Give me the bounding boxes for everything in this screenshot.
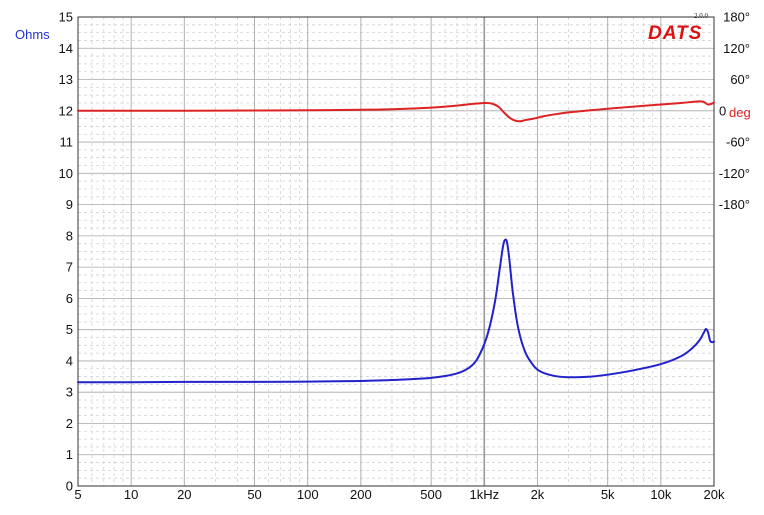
x-tick-label: 2k (531, 487, 545, 502)
y-tick-label: 10 (59, 166, 73, 181)
y-tick-label: 14 (59, 41, 73, 56)
x-tick-label: 1kHz (469, 487, 499, 502)
impedance-chart: 5 10 20 50 100 200 500 1kHz 2k 5k 10k 20k 012345678… (15, 10, 751, 503)
y-axis-label-deg: deg (729, 105, 751, 120)
phase-tick-label: 180° (723, 10, 750, 25)
x-tick-label: 50 (247, 487, 261, 502)
y-tick-label: 1 (66, 447, 73, 462)
y-tick-label: 12 (59, 103, 73, 118)
x-tick-label: 10k (650, 487, 671, 502)
x-tick-labels: 5 10 20 50 100 200 500 1kHz 2k 5k 10k 20k (74, 487, 725, 502)
y-tick-label: 8 (66, 228, 73, 243)
phase-tick-label: 0 (719, 103, 726, 118)
y-tick-label: 9 (66, 197, 73, 212)
phase-tick-label: -120° (719, 166, 750, 181)
series (77, 100, 715, 384)
y-axis-label-ohms: Ohms (15, 27, 50, 42)
phase-tick-label: 120° (723, 41, 750, 56)
y-tick-label: 13 (59, 72, 73, 87)
y-tick-label: 5 (66, 322, 73, 337)
x-tick-label: 5k (601, 487, 615, 502)
y-tick-label: 4 (66, 353, 73, 368)
y-tick-label: 6 (66, 291, 73, 306)
y-tick-label: 15 (59, 10, 73, 25)
x-tick-label: 500 (420, 487, 442, 502)
x-tick-label: 10 (124, 487, 138, 502)
y-tick-label: 7 (66, 260, 73, 275)
x-tick-label: 20k (704, 487, 725, 502)
phase-tick-label: -180° (719, 197, 750, 212)
x-tick-label: 200 (350, 487, 372, 502)
phase-tick-label: 60° (730, 72, 750, 87)
y-tick-labels: 0123456789101112131415 (59, 10, 73, 494)
x-tick-label: 5 (74, 487, 81, 502)
y-tick-label: 0 (66, 479, 73, 494)
y-tick-label: 2 (66, 416, 73, 431)
phase-tick-label: -60° (726, 135, 750, 150)
x-tick-label: 20 (177, 487, 191, 502)
brand-version: 2.0.0 (694, 12, 709, 20)
y-tick-label: 11 (60, 135, 74, 150)
x-tick-label: 100 (297, 487, 319, 502)
brand-logo: DATS (648, 23, 702, 44)
y-tick-label: 3 (66, 385, 73, 400)
grid (78, 17, 714, 486)
